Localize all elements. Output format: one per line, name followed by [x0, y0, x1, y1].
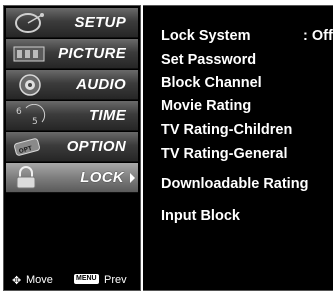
film-reel-icon	[13, 46, 45, 62]
option-downloadable-rating[interactable]: Downloadable Rating	[161, 176, 308, 192]
sidebar-item-setup[interactable]: SETUP	[6, 8, 138, 38]
option-movie-rating[interactable]: Movie Rating	[161, 98, 251, 114]
sidebar-item-label: AUDIO	[76, 76, 126, 93]
tv-osd-screen: SETUP PICTURE AUDIO 6 5 TIME OPT OPTION …	[0, 0, 333, 297]
option-lock-system[interactable]: Lock System	[161, 28, 250, 44]
selected-arrow-icon	[130, 173, 135, 183]
speaker-icon	[19, 74, 41, 96]
sidebar-item-lock[interactable]: LOCK	[6, 163, 138, 193]
sidebar-item-label: SETUP	[74, 14, 126, 31]
clock-icon: 6 5	[16, 104, 46, 127]
sidebar-item-label: LOCK	[80, 169, 124, 186]
move-hint-label: Move	[26, 274, 53, 286]
sidebar-item-option[interactable]: OPT OPTION	[6, 132, 138, 162]
sidebar-item-audio[interactable]: AUDIO	[6, 70, 138, 100]
menu-key-icon: MENU	[74, 274, 99, 284]
sidebar-item-picture[interactable]: PICTURE	[6, 39, 138, 69]
sidebar-item-time[interactable]: 6 5 TIME	[6, 101, 138, 131]
option-tv-rating-general[interactable]: TV Rating-General	[161, 146, 288, 162]
svg-text:6: 6	[16, 107, 22, 117]
prev-hint-label: Prev	[104, 274, 127, 286]
lock-menu-panel: Lock System : Off Set Password Block Cha…	[143, 5, 333, 291]
option-tv-rating-children[interactable]: TV Rating-Children	[161, 122, 292, 138]
navigation-hints: ✥ Move MENU Prev	[12, 274, 138, 288]
option-icon: OPT	[14, 138, 40, 156]
padlock-icon	[16, 166, 36, 189]
sidebar-item-label: TIME	[88, 107, 126, 124]
lock-system-value: : Off	[303, 28, 333, 44]
satellite-dish-icon	[15, 13, 44, 33]
sidebar-item-label: OPTION	[66, 138, 126, 155]
move-arrows-icon: ✥	[12, 275, 22, 287]
main-menu-sidebar: SETUP PICTURE AUDIO 6 5 TIME OPT OPTION …	[3, 5, 141, 291]
option-input-block[interactable]: Input Block	[161, 208, 240, 224]
option-block-channel[interactable]: Block Channel	[161, 75, 262, 91]
svg-text:5: 5	[32, 117, 38, 127]
option-set-password[interactable]: Set Password	[161, 52, 256, 68]
sidebar-item-label: PICTURE	[58, 45, 126, 62]
